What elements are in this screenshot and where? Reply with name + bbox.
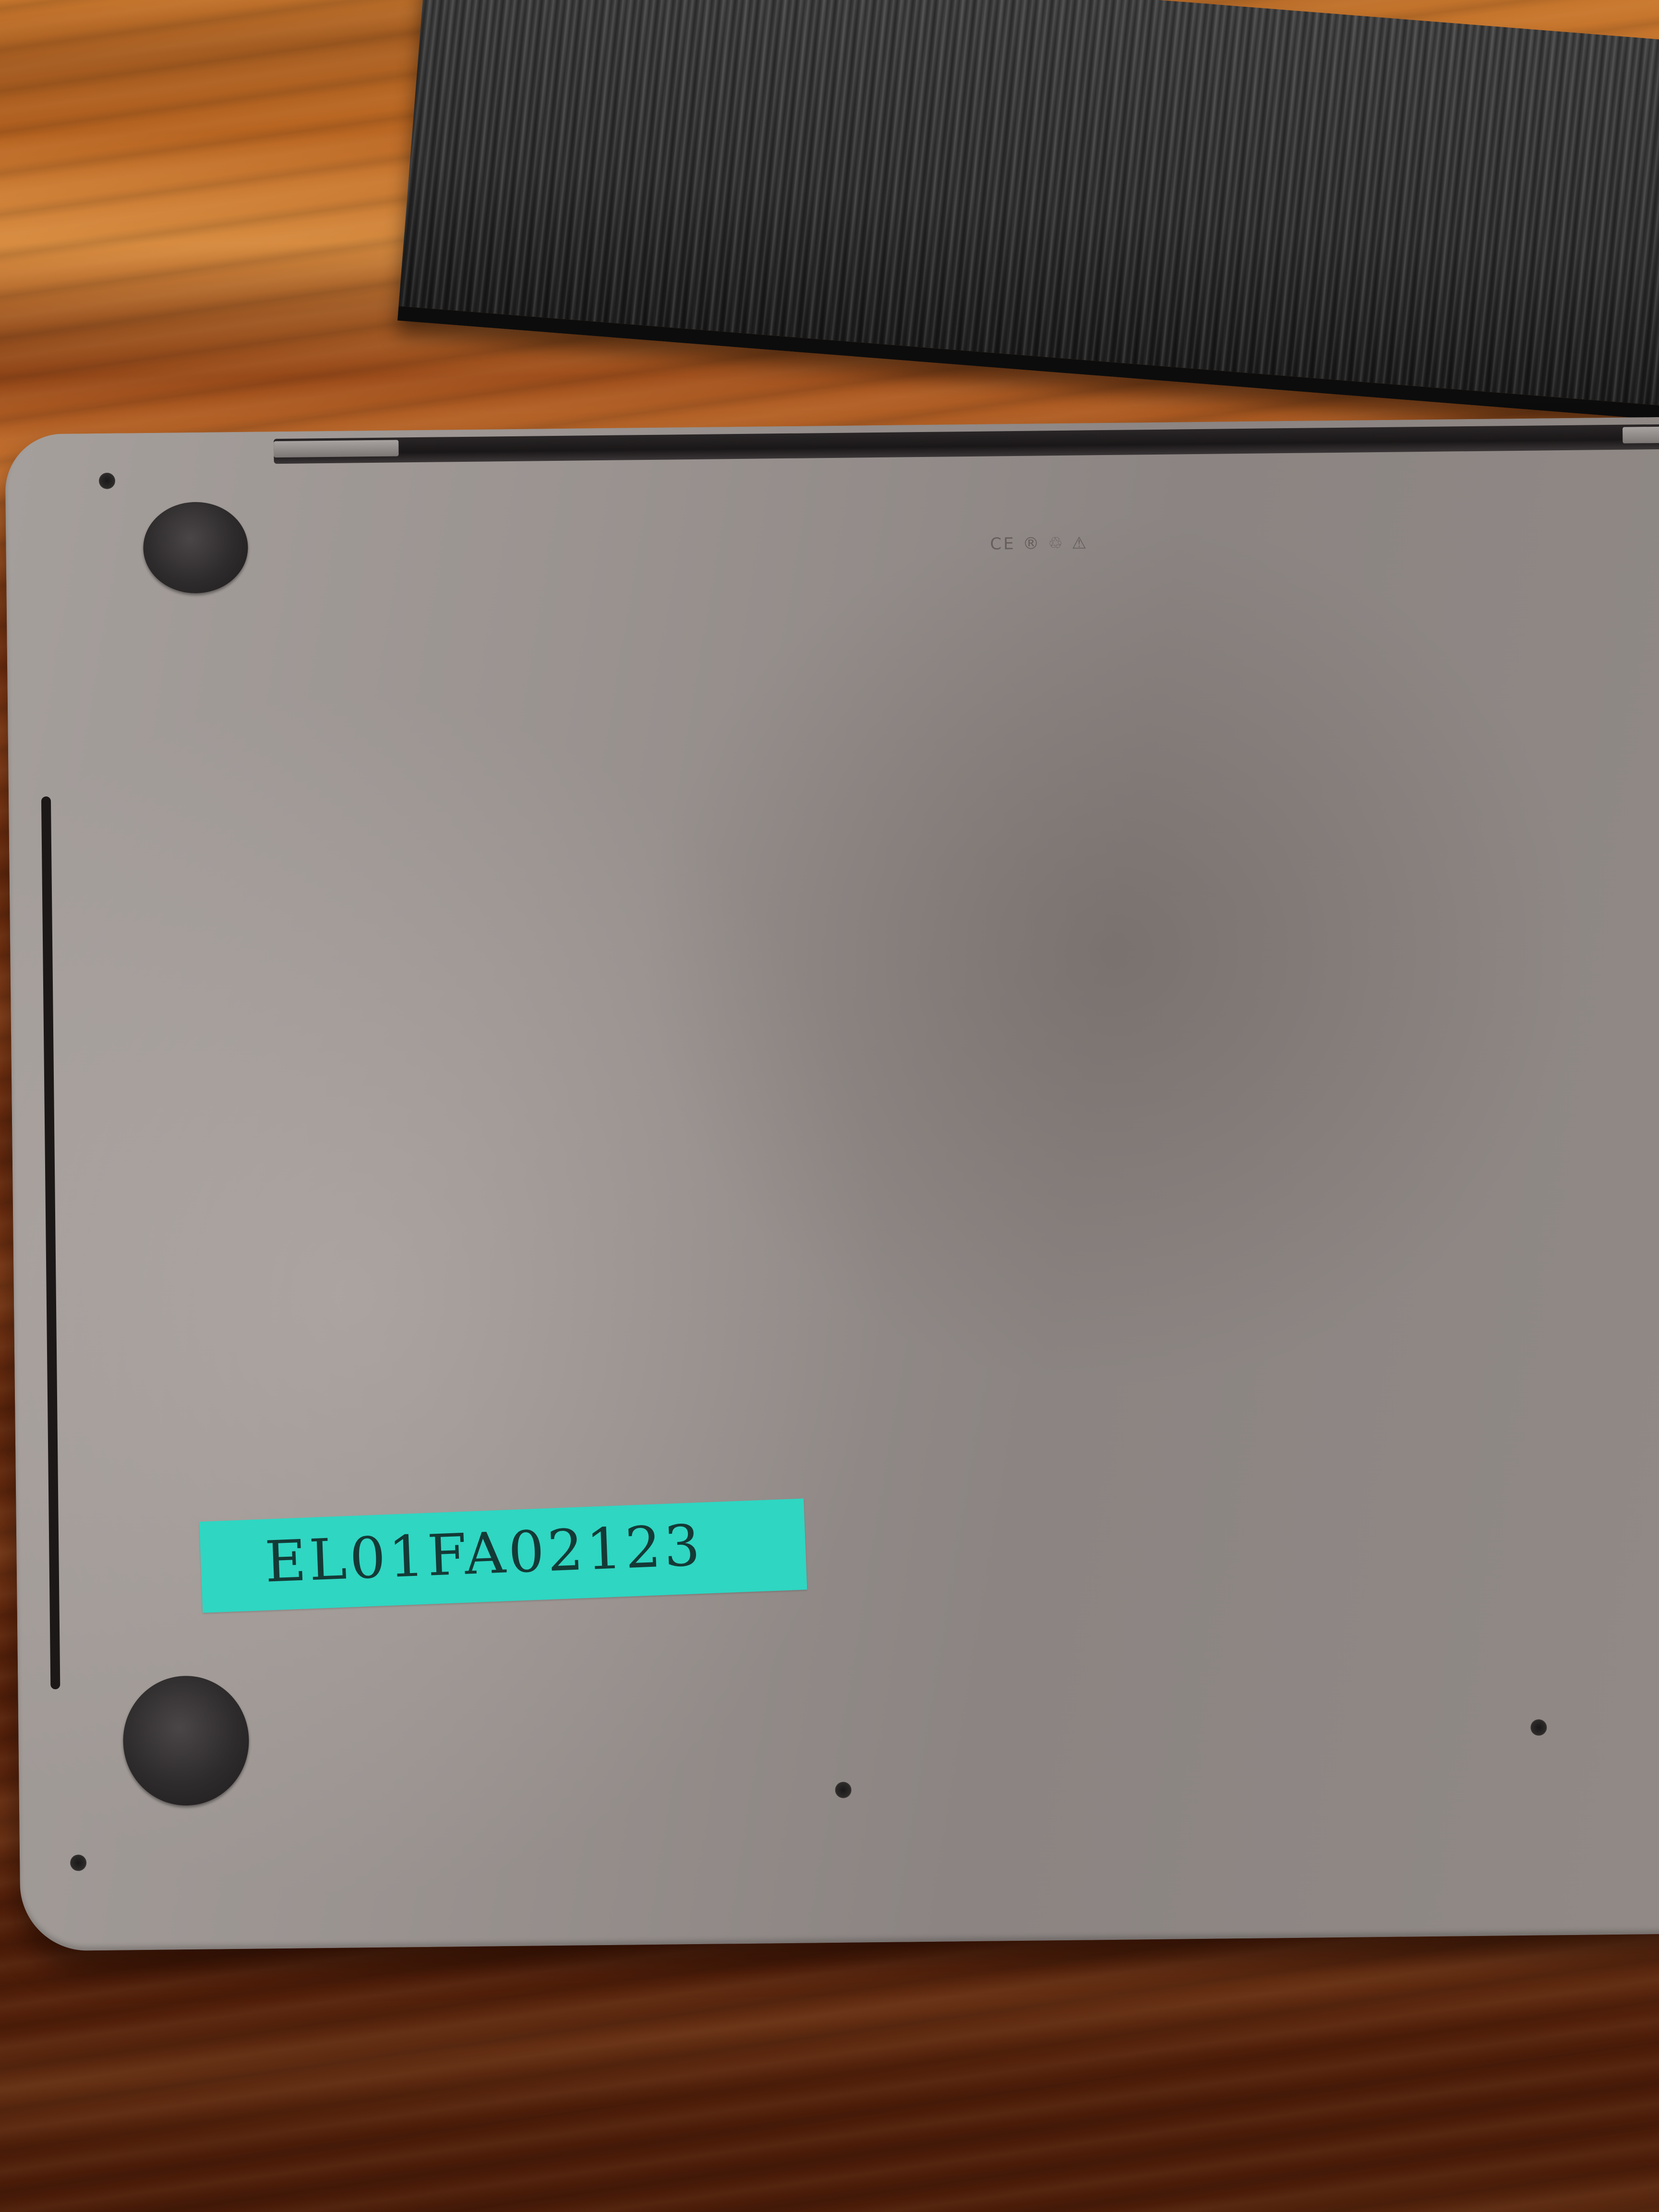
side-edge-slot — [41, 796, 60, 1690]
laptop-bottom-case: CE ® ♲ ⚠ — [5, 416, 1659, 1951]
screw-top-left — [98, 472, 116, 489]
screw-bottom-left — [70, 1854, 87, 1871]
regulatory-line-2 — [865, 496, 1230, 500]
rubber-foot-bottom-left — [122, 1675, 250, 1806]
rubber-foot-top-left — [143, 501, 249, 594]
hinge-right-segment — [1623, 426, 1659, 444]
screw-bottom-right — [1530, 1719, 1547, 1736]
hinge-vent — [274, 423, 1659, 464]
hinge-left-segment — [274, 440, 399, 458]
regulatory-line-1 — [865, 496, 1230, 500]
screw-bottom-middle — [835, 1781, 852, 1799]
certification-marks: CE ® ♲ ⚠ — [990, 533, 1089, 554]
asset-tag-text: EL01FA02123 — [264, 1512, 704, 1595]
regulatory-fine-print — [865, 496, 1230, 500]
